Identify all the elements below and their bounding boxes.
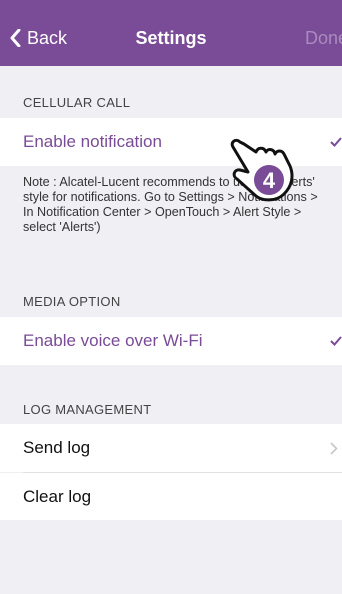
checkmark-icon [330, 137, 342, 147]
checkmark-icon [330, 336, 342, 346]
clear-log-row[interactable]: Clear log [0, 473, 342, 520]
section-header-cellular-call: CELLULAR CALL [23, 95, 131, 110]
section-header-log-management: LOG MANAGEMENT [23, 402, 152, 417]
enable-voice-wifi-label: Enable voice over Wi-Fi [23, 331, 203, 350]
section-header-media-option: MEDIA OPTION [23, 294, 121, 309]
enable-voice-wifi-row[interactable]: Enable voice over Wi-Fi [0, 317, 342, 365]
clear-log-label: Clear log [23, 486, 92, 506]
done-button[interactable]: Done [305, 26, 342, 50]
chevron-right-icon [330, 442, 338, 455]
send-log-label: Send log [23, 438, 91, 457]
enable-notification-label: Enable notification [23, 132, 162, 151]
navigation-bar: Back Settings Done [0, 0, 342, 66]
pointing-hand-icon: 4 [230, 138, 294, 202]
step-number: 4 [263, 168, 276, 193]
status-bar [0, 0, 342, 20]
page-title: Settings [135, 28, 207, 48]
send-log-row[interactable]: Send log [0, 424, 342, 472]
